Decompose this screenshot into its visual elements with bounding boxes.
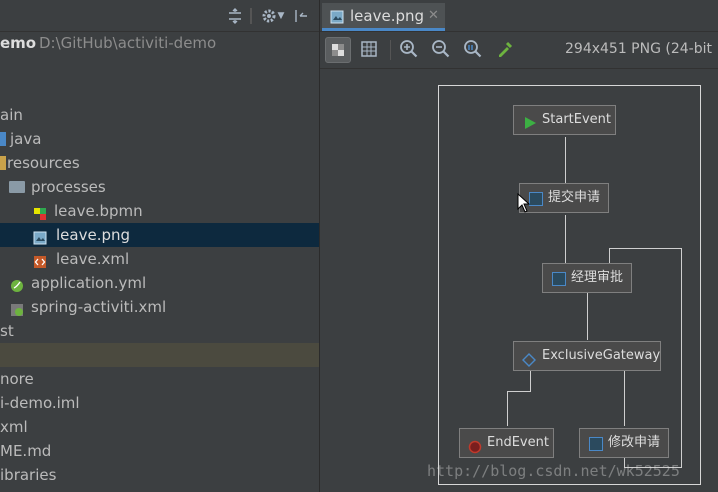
eyedropper-icon (499, 41, 513, 57)
node-exclusive-gateway: ExclusiveGateway (513, 341, 661, 371)
tree-item-resources[interactable]: resources (0, 151, 319, 175)
tree-item-spring-activiti-xml[interactable]: spring-activiti.xml (0, 295, 319, 319)
tree-item-label: leave.xml (56, 250, 130, 268)
edge-loop-up (681, 248, 682, 468)
tree-item-label: processes (31, 178, 106, 196)
node-label: 经理审批 (571, 270, 624, 285)
tab-leave-png[interactable]: leave.png ✕ (322, 3, 445, 31)
edge-loop-top (609, 248, 682, 249)
task-icon (589, 437, 603, 451)
tree-item-external-libraries[interactable]: ibraries (0, 463, 319, 487)
zoom-in-button[interactable] (397, 37, 423, 63)
tree-item-gitignore[interactable]: nore (0, 367, 319, 391)
collapse-all-icon[interactable] (226, 7, 244, 25)
tree-item-label: i-demo.iml (0, 394, 80, 412)
tree-item-leave-png[interactable]: leave.png (0, 223, 319, 247)
tree-item-label: application.yml (31, 274, 147, 292)
tree-item-pom-xml[interactable]: xml (0, 415, 319, 439)
tab-label: leave.png (350, 7, 425, 25)
node-label: StartEvent (542, 112, 611, 127)
tree-item-readme[interactable]: ME.md (0, 439, 319, 463)
tree-item-label: nore (0, 370, 34, 388)
image-file-icon (330, 9, 344, 28)
folder-icon (9, 181, 25, 193)
tree-item-label: xml (0, 418, 28, 436)
node-submit-task: 提交申请 (519, 183, 609, 213)
tree-item-label: leave.bpmn (54, 202, 143, 220)
toolbar-divider (390, 40, 391, 60)
tree-item-label: spring-activiti.xml (31, 298, 167, 316)
image-file-icon (33, 228, 47, 245)
chevron-down-icon[interactable]: ▼ (276, 7, 286, 25)
mouse-cursor (517, 192, 531, 217)
tree-item-label: java (10, 130, 42, 148)
grid-toggle-button[interactable] (357, 37, 383, 63)
close-icon[interactable]: ✕ (428, 7, 439, 25)
edge-start-to-submit (565, 137, 566, 183)
tree-item-processes[interactable]: processes (0, 175, 319, 199)
color-picker-button[interactable] (493, 37, 519, 63)
project-name: emo (0, 34, 37, 52)
edge-gateway-left (507, 391, 531, 392)
tree-item-iml[interactable]: i-demo.iml (0, 391, 319, 415)
image-info: 294x451 PNG (24-bit (565, 41, 712, 57)
resources-folder-icon (0, 156, 6, 170)
tree-item-main[interactable]: ain (0, 103, 319, 127)
watermark-text: http://blog.csdn.net/wk52525 (427, 462, 680, 480)
node-modify-task: 修改申请 (579, 428, 669, 458)
tree-item-leave-bpmn[interactable]: leave.bpmn (0, 199, 319, 223)
spring-xml-icon (10, 300, 24, 316)
node-label: EndEvent (487, 435, 549, 450)
node-start-event: StartEvent (513, 105, 616, 135)
tree-item-leave-xml[interactable]: leave.xml (0, 247, 319, 271)
project-pane-header: ▼ (0, 0, 319, 32)
edge-submit-to-approve (565, 215, 566, 263)
diagram-image: StartEvent 提交申请 经理审批 ExclusiveGateway En… (438, 85, 701, 485)
start-event-icon (523, 113, 537, 141)
zoom-out-icon (432, 40, 450, 58)
bpmn-file-icon (33, 204, 47, 220)
tree-root[interactable]: emo D:\GitHub\activiti-demo (0, 31, 319, 55)
tree-item-label: ibraries (0, 466, 57, 484)
tree-item-java[interactable]: java (0, 127, 319, 151)
task-icon (552, 272, 566, 286)
header-divider (250, 8, 252, 24)
zoom-out-button[interactable] (429, 37, 455, 63)
project-tool-window: ▼ emo D:\GitHub\activiti-demo ain java r… (0, 0, 319, 492)
task-icon (529, 192, 543, 206)
tree-item-target[interactable] (0, 343, 319, 367)
end-event-icon (468, 437, 482, 465)
tree-item-label: ain (0, 106, 23, 124)
node-label: ExclusiveGateway (542, 348, 661, 363)
node-label: 提交申请 (548, 190, 601, 205)
tree-item-label: resources (7, 154, 80, 172)
edge-approve-to-gateway (587, 293, 588, 340)
tree-item-label: ME.md (0, 442, 52, 460)
image-editor-toolbar: 294x451 PNG (24-bit (320, 32, 718, 69)
editor-tab-bar: leave.png ✕ (320, 0, 718, 32)
node-label: 修改申请 (608, 435, 661, 450)
tree-item-label: st (0, 322, 14, 340)
tree-item-test[interactable]: st (0, 319, 319, 343)
spring-config-icon (10, 276, 24, 292)
xml-file-icon (33, 252, 47, 268)
actual-size-icon (464, 40, 482, 58)
edge-gateway-to-end (507, 391, 508, 426)
zoom-in-icon (400, 40, 418, 58)
actual-size-button[interactable] (461, 37, 487, 63)
chessboard-toggle-button[interactable] (325, 37, 351, 63)
folder-icon (0, 132, 6, 146)
node-end-event: EndEvent (459, 428, 554, 458)
edge-gateway-to-modify (624, 371, 625, 426)
hide-pane-icon[interactable] (292, 7, 310, 25)
project-path: D:\GitHub\activiti-demo (39, 34, 217, 52)
gateway-icon (522, 350, 536, 378)
edge-loop-to-approve (609, 248, 610, 263)
node-approve-task: 经理审批 (542, 263, 632, 293)
tree-item-label: leave.png (56, 226, 131, 244)
tree-item-application-yml[interactable]: application.yml (0, 271, 319, 295)
